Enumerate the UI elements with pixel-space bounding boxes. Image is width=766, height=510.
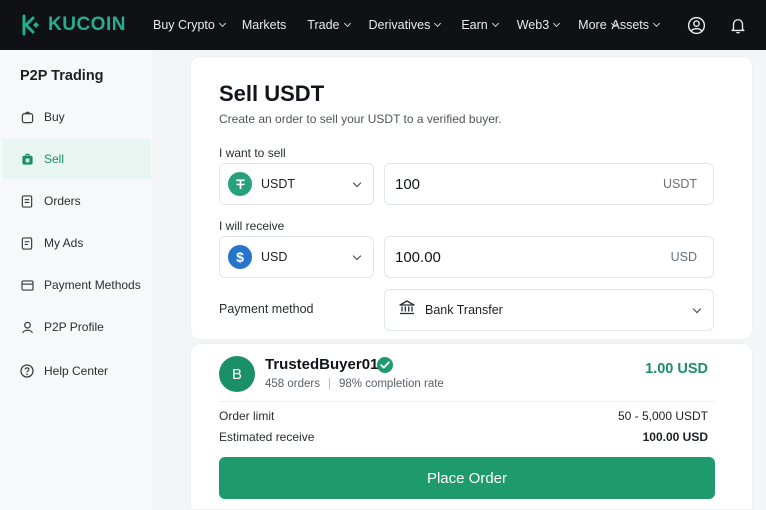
sell-currency-code: USDT bbox=[261, 177, 296, 191]
seller-completion-rate: 98% completion rate bbox=[338, 378, 444, 390]
sidebar-item-orders[interactable]: Orders bbox=[2, 181, 151, 221]
chevron-down-icon bbox=[352, 251, 362, 261]
sidebar-title: P2P Trading bbox=[20, 68, 104, 84]
chevron-down-icon bbox=[343, 19, 351, 28]
usd-dollar-icon: $ bbox=[228, 245, 252, 269]
bank-icon bbox=[399, 300, 415, 320]
seller-orders: 458 orders bbox=[265, 378, 320, 390]
sell-amount-unit: USDT bbox=[662, 177, 697, 191]
sell-amount-value: 100 bbox=[395, 175, 421, 193]
order-limit-label: Order limit bbox=[219, 409, 275, 423]
receive-amount-unit: USD bbox=[670, 250, 697, 264]
sidebar-item-help-center[interactable]: Help Center bbox=[2, 351, 151, 391]
nav-earn[interactable]: Earn bbox=[461, 18, 499, 32]
nav-markets[interactable]: Markets bbox=[242, 18, 286, 32]
receive-currency-select[interactable]: $ USD bbox=[219, 236, 374, 278]
sell-currency-select[interactable]: USDT bbox=[219, 163, 374, 205]
page-subtitle: Create an order to sell your USDT to a v… bbox=[219, 112, 502, 126]
usdt-coin-icon bbox=[228, 172, 252, 196]
sidebar-item-label: Help Center bbox=[44, 364, 109, 378]
stats-separator: | bbox=[327, 378, 331, 390]
nav-trade[interactable]: Trade bbox=[307, 18, 351, 32]
person-icon bbox=[20, 320, 34, 334]
buy-bag-icon bbox=[20, 110, 34, 124]
nav-derivatives[interactable]: Derivatives bbox=[369, 18, 442, 32]
kucoin-logo[interactable]: KUCOIN bbox=[20, 13, 140, 37]
avatar: B bbox=[219, 356, 255, 392]
sidebar-item-label: Orders bbox=[44, 194, 81, 208]
sidebar: P2P Trading Buy Sell Orders My Ads Payme… bbox=[0, 50, 154, 510]
seller-name[interactable]: TrustedBuyer01 bbox=[265, 356, 378, 373]
nav-assets[interactable]: Assets bbox=[611, 18, 661, 32]
user-circle-icon[interactable] bbox=[686, 15, 706, 35]
bell-icon[interactable] bbox=[728, 15, 748, 35]
payment-method-select[interactable]: Bank Transfer bbox=[384, 289, 714, 331]
sidebar-item-label: Payment Methods bbox=[44, 278, 141, 292]
sidebar-item-label: P2P Profile bbox=[44, 320, 104, 334]
nav-web3[interactable]: Web3 bbox=[517, 18, 561, 32]
chevron-down-icon bbox=[434, 19, 442, 28]
sidebar-item-sell[interactable]: Sell bbox=[2, 139, 151, 179]
chevron-down-icon bbox=[553, 19, 561, 28]
ads-doc-icon bbox=[20, 236, 34, 250]
kucoin-logo-icon bbox=[22, 14, 39, 36]
sell-amount-input[interactable]: 100 USDT bbox=[384, 163, 714, 205]
estimated-receive-value: 100.00 USD bbox=[642, 430, 708, 444]
page-title: Sell USDT bbox=[219, 81, 325, 106]
receive-amount-input[interactable]: 100.00 USD bbox=[384, 236, 714, 278]
card-icon bbox=[20, 278, 34, 292]
sell-bag-icon bbox=[20, 152, 34, 166]
sidebar-item-label: Buy bbox=[44, 110, 65, 124]
payment-method-value: Bank Transfer bbox=[425, 303, 503, 317]
sidebar-item-buy[interactable]: Buy bbox=[2, 97, 151, 137]
sidebar-item-label: Sell bbox=[44, 152, 65, 166]
chevron-down-icon bbox=[491, 19, 499, 28]
chevron-down-icon bbox=[692, 304, 702, 314]
divider bbox=[219, 401, 716, 402]
receive-currency-code: USD bbox=[261, 250, 288, 264]
sell-label: I want to sell bbox=[219, 146, 286, 160]
sidebar-item-label: My Ads bbox=[44, 236, 84, 250]
receive-amount-value: 100.00 bbox=[395, 248, 441, 266]
offer-price: 1.00 USD bbox=[645, 361, 708, 377]
seller-stats: 458 orders | 98% completion rate bbox=[265, 378, 444, 390]
chevron-down-icon bbox=[218, 19, 226, 28]
orders-doc-icon bbox=[20, 194, 34, 208]
sidebar-item-my-ads[interactable]: My Ads bbox=[2, 223, 151, 263]
sell-form-card: Sell USDT Create an order to sell your U… bbox=[190, 56, 753, 340]
place-order-button[interactable]: Place Order bbox=[219, 457, 715, 499]
payment-method-label: Payment method bbox=[219, 302, 314, 316]
nav-buy-crypto[interactable]: Buy Crypto bbox=[153, 18, 226, 32]
buyer-offer-card: B TrustedBuyer01 458 orders | 98% completi… bbox=[190, 343, 753, 510]
help-icon bbox=[20, 364, 34, 378]
chevron-down-icon bbox=[652, 19, 661, 28]
nav-right-group: Assets bbox=[611, 0, 766, 50]
brand-name: KUCOIN bbox=[48, 14, 126, 35]
main-nav: Buy Crypto Markets Trade Derivatives Ear… bbox=[153, 18, 618, 32]
verified-check-icon bbox=[376, 356, 394, 374]
order-limit-value: 50 - 5,000 USDT bbox=[617, 409, 708, 423]
receive-label: I will receive bbox=[219, 219, 285, 233]
sidebar-item-p2p-profile[interactable]: P2P Profile bbox=[2, 307, 151, 347]
sidebar-item-payment-methods[interactable]: Payment Methods bbox=[2, 265, 151, 305]
estimated-receive-label: Estimated receive bbox=[219, 430, 315, 444]
chevron-down-icon bbox=[352, 178, 362, 188]
top-navigation-bar: KUCOIN Buy Crypto Markets Trade Derivati… bbox=[0, 0, 766, 50]
